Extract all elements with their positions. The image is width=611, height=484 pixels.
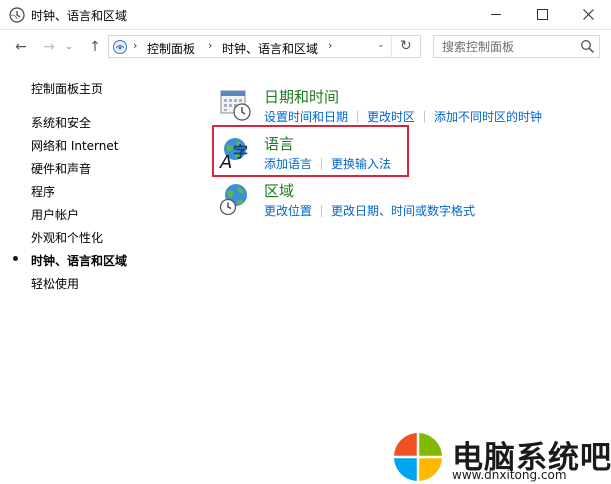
- sidebar-item-clock-language-region[interactable]: 时钟、语言和区域: [31, 252, 127, 269]
- back-button[interactable]: ←: [12, 38, 30, 56]
- category-links: 设置时间和日期 更改时区 添加不同时区的时钟: [264, 108, 542, 125]
- current-item-bullet: [13, 256, 18, 261]
- breadcrumb-separator: ›: [208, 39, 213, 52]
- sidebar-item-system-security[interactable]: 系统和安全: [31, 114, 91, 131]
- breadcrumb-clock-language-region[interactable]: 时钟、语言和区域: [222, 40, 318, 57]
- watermark-url: www.dnxitong.com: [452, 468, 567, 482]
- search-box: [433, 35, 600, 58]
- title-bar: 时钟、语言和区域: [0, 0, 611, 30]
- link-set-time-date[interactable]: 设置时间和日期: [264, 110, 348, 124]
- sidebar-item-hardware-sound[interactable]: 硬件和声音: [31, 160, 91, 177]
- minimize-icon: [491, 14, 501, 15]
- link-separator: [357, 111, 359, 123]
- refresh-icon[interactable]: ↻: [400, 38, 412, 54]
- highlight-annotation: [212, 125, 409, 177]
- close-icon: [582, 9, 594, 20]
- sidebar-item-programs[interactable]: 程序: [31, 183, 55, 200]
- forward-button[interactable]: →: [40, 38, 58, 56]
- link-change-location[interactable]: 更改位置: [264, 204, 312, 218]
- up-button[interactable]: ↑: [86, 38, 104, 56]
- maximize-button[interactable]: [519, 0, 565, 29]
- clock-globe-icon: [9, 7, 25, 23]
- category-links: 更改位置 更改日期、时间或数字格式: [264, 202, 475, 219]
- link-separator: [321, 205, 323, 217]
- link-change-timezone[interactable]: 更改时区: [367, 110, 415, 124]
- globe-clock-icon: [219, 184, 247, 216]
- link-add-clocks[interactable]: 添加不同时区的时钟: [434, 110, 542, 124]
- chevron-down-icon: ⌄: [65, 42, 73, 52]
- main-content: 日期和时间 设置时间和日期 更改时区 添加不同时区的时钟 A 字 语言 添加语言 更换…: [210, 64, 611, 484]
- sidebar-item-ease-of-access[interactable]: 轻松使用: [31, 275, 79, 292]
- category-title-date-time[interactable]: 日期和时间: [264, 86, 339, 107]
- windows-logo-icon: [394, 433, 442, 481]
- sidebar-item-appearance[interactable]: 外观和个性化: [31, 229, 103, 246]
- sidebar-item-user-accounts[interactable]: 用户帐户: [31, 206, 79, 223]
- sidebar: 控制面板主页 系统和安全 网络和 Internet 硬件和声音 程序 用户帐户 …: [0, 64, 200, 484]
- watermark: 电脑系统吧 www.dnxitong.com: [390, 431, 611, 484]
- search-input[interactable]: [434, 36, 582, 57]
- minimize-button[interactable]: [473, 0, 519, 29]
- close-button[interactable]: [565, 0, 611, 29]
- arrow-up-icon: ↑: [89, 39, 101, 55]
- arrow-left-icon: ←: [15, 39, 27, 55]
- window-title: 时钟、语言和区域: [31, 9, 128, 23]
- address-divider: [391, 36, 392, 57]
- sidebar-home-link[interactable]: 控制面板主页: [31, 80, 103, 97]
- maximize-icon: [536, 9, 548, 20]
- sidebar-item-network[interactable]: 网络和 Internet: [31, 137, 118, 154]
- address-bar[interactable]: › 控制面板 › 时钟、语言和区域 › ⌄ ↻: [108, 35, 421, 58]
- breadcrumb-separator: ›: [328, 39, 333, 52]
- breadcrumb-control-panel[interactable]: 控制面板: [147, 40, 195, 57]
- arrow-right-icon: →: [43, 39, 55, 55]
- control-panel-icon: [113, 40, 127, 54]
- calendar-clock-icon: [220, 90, 251, 121]
- search-icon[interactable]: [580, 39, 595, 54]
- breadcrumb-separator: ›: [133, 39, 138, 52]
- link-separator: [424, 111, 426, 123]
- link-change-formats[interactable]: 更改日期、时间或数字格式: [331, 204, 475, 218]
- navigation-bar: ← → ⌄ ↑ › 控制面板 › 时钟、语言和区域 › ⌄ ↻: [0, 30, 611, 64]
- category-title-region[interactable]: 区域: [264, 180, 294, 201]
- address-dropdown-icon[interactable]: ⌄: [377, 40, 385, 50]
- recent-locations-button[interactable]: ⌄: [60, 38, 78, 56]
